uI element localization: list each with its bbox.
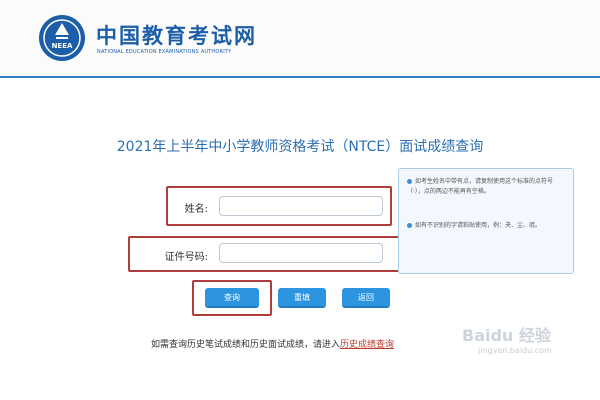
info-bullet-icon bbox=[407, 223, 412, 228]
back-button[interactable]: 返回 bbox=[342, 288, 390, 308]
reset-button[interactable]: 重填 bbox=[278, 288, 326, 308]
info-bullet-icon bbox=[407, 179, 412, 184]
logo-text: NEEA bbox=[52, 42, 73, 50]
id-number-input[interactable] bbox=[219, 243, 383, 263]
page-title: 2021年上半年中小学教师资格考试（NTCE）面试成绩查询 bbox=[116, 139, 484, 155]
tip-item: 如考生姓名中带有点，请复制使用这个标准的点符号（·），点的两边不能再有空格。 bbox=[407, 177, 567, 197]
name-label: 姓名: bbox=[184, 204, 208, 215]
id-label: 证件号码: bbox=[164, 252, 208, 263]
tip-text: 如有不识别的字请粘贴使用，例：夬、尘、琏。 bbox=[415, 222, 542, 229]
neea-logo-icon: NEEA bbox=[39, 15, 85, 61]
baidu-watermark: Baidu 经验 bbox=[462, 326, 551, 345]
query-button[interactable]: 查询 bbox=[205, 288, 259, 308]
tips-panel: 如考生姓名中带有点，请复制使用这个标准的点符号（·），点的两边不能再有空格。 如… bbox=[398, 168, 574, 274]
footer-note: 如需查询历史笔试成绩和历史面试成绩，请进入历史成绩查询 bbox=[151, 337, 394, 350]
tip-item: 如有不识别的字请粘贴使用，例：夬、尘、琏。 bbox=[407, 221, 567, 231]
watermark-url: jingyan.baidu.com bbox=[478, 346, 552, 355]
site-header: NEEA 中国教育考试网 NATIONAL EDUCATION EXAMINAT… bbox=[0, 0, 600, 78]
tip-text: 如考生姓名中带有点，请复制使用这个标准的点符号（·），点的两边不能再有空格。 bbox=[407, 178, 554, 195]
site-title: 中国教育考试网 bbox=[96, 24, 257, 48]
name-input[interactable] bbox=[219, 196, 383, 216]
footer-note-text: 如需查询历史笔试成绩和历史面试成绩，请进入 bbox=[151, 340, 341, 350]
site-subtitle: NATIONAL EDUCATION EXAMINATIONS AUTHORIT… bbox=[97, 49, 232, 55]
history-scores-link[interactable]: 历史成绩查询 bbox=[340, 340, 394, 350]
